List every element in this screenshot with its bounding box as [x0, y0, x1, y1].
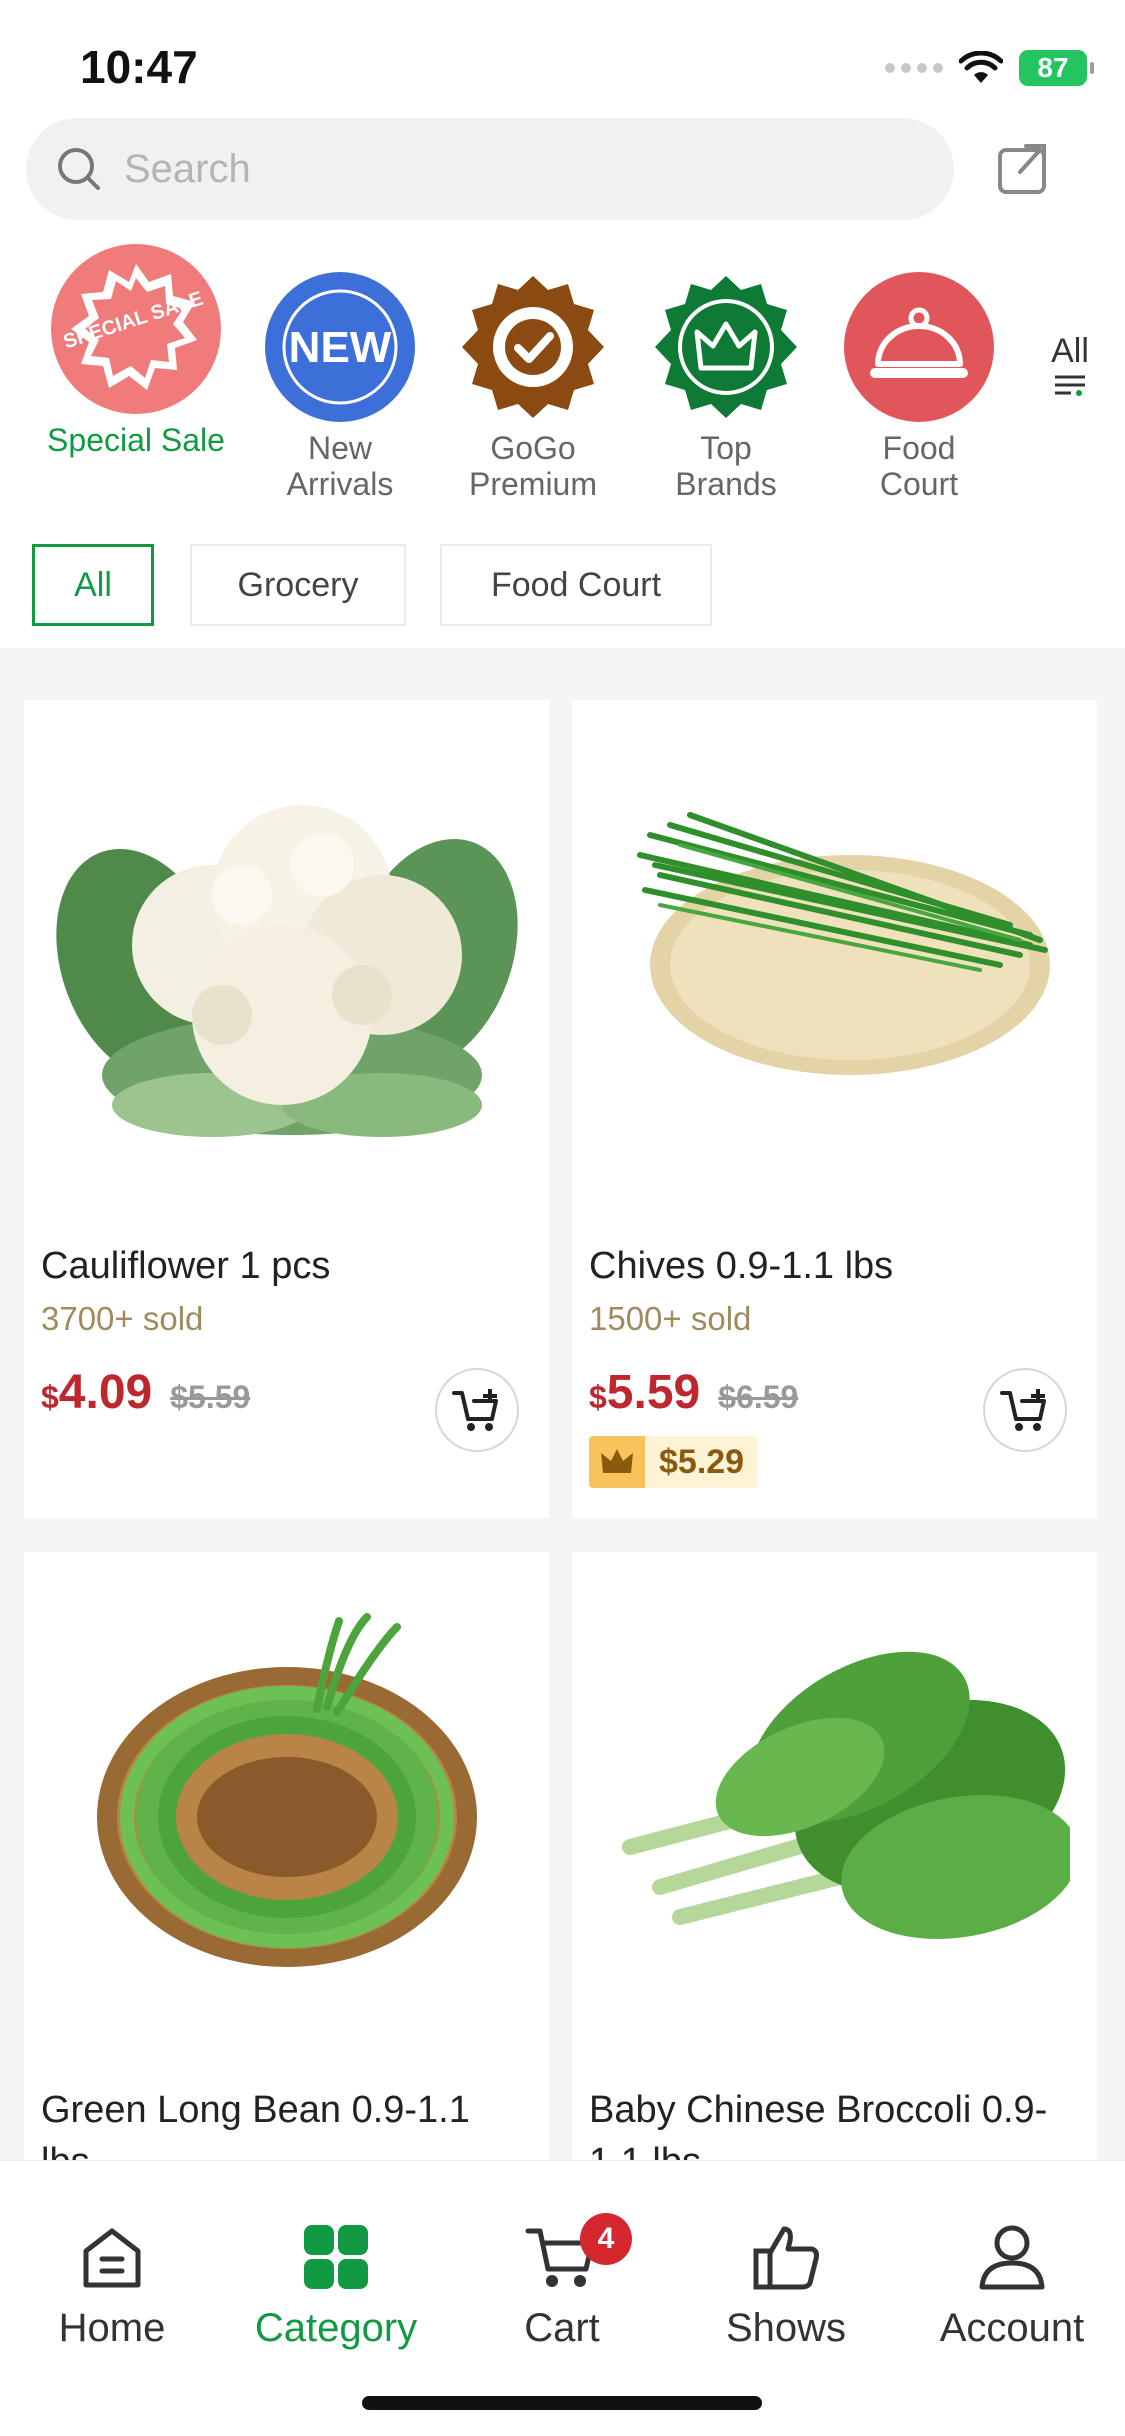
wifi-icon: [959, 51, 1003, 83]
new-badge-text: NEW: [289, 323, 392, 372]
battery-icon: 87: [1019, 50, 1094, 86]
product-name: Chives 0.9-1.1 lbs: [589, 1245, 894, 1287]
product-image-green-long-bean[interactable]: [24, 1552, 549, 2042]
product-name: Cauliflower 1 pcs: [41, 1245, 331, 1287]
status-icons: 87: [885, 48, 1094, 88]
nav-label-account: Account: [939, 2306, 1085, 2350]
product-image-baby-chinese-broccoli[interactable]: [572, 1552, 1097, 2042]
product-image-cauliflower[interactable]: [24, 700, 549, 1190]
thumbs-up-icon: [753, 2226, 819, 2290]
bottom-navigation: Home Category 4 Cart Shows Account: [0, 2160, 1125, 2436]
all-categories-button[interactable]: All: [1040, 332, 1100, 404]
nav-label-category: Category: [254, 2306, 418, 2350]
price-value: 5.59: [606, 1366, 701, 1419]
nav-label-home: Home: [58, 2306, 166, 2350]
cart-count-badge: 4: [580, 2213, 632, 2265]
product-old-price: $5.59: [170, 1379, 251, 1415]
product-image-chives[interactable]: [572, 700, 1097, 1190]
battery-level: 87: [1037, 52, 1069, 83]
home-icon: [83, 2228, 141, 2288]
category-special-sale[interactable]: SPECIAL SALE Special Sale: [46, 244, 226, 458]
product-card[interactable]: Cauliflower 1 pcs 3700+ sold $4.09 $5.59: [24, 700, 549, 1518]
category-label-top-brands: Top Brands: [675, 430, 777, 502]
status-time: 10:47: [80, 41, 198, 93]
product-old-price: $6.59: [718, 1379, 799, 1415]
crown-icon: [589, 1436, 645, 1488]
product-sold-count: 1500+ sold: [589, 1300, 752, 1337]
nav-account[interactable]: Account: [912, 2221, 1112, 2351]
category-new-arrivals[interactable]: NEW New Arrivals: [250, 272, 430, 502]
nav-shows[interactable]: Shows: [686, 2221, 886, 2351]
member-price: $5.29: [659, 1442, 745, 1481]
all-categories-label: All: [1051, 332, 1089, 370]
price-row: $5.59 $6.59: [589, 1365, 798, 1420]
product-sold-count: 3700+ sold: [41, 1300, 204, 1337]
product-card[interactable]: Green Long Bean 0.9-1.1 lbs: [24, 1552, 549, 2160]
add-to-cart-button[interactable]: [435, 1368, 519, 1452]
crown-badge-icon: [651, 272, 801, 422]
nav-cart[interactable]: 4 Cart: [462, 2213, 662, 2351]
nav-home[interactable]: Home: [12, 2221, 212, 2351]
category-label-new-arrivals: New Arrivals: [286, 430, 394, 502]
product-price: $5.59: [589, 1365, 700, 1420]
category-food-court[interactable]: Food Court: [829, 272, 1009, 502]
product-price: $4.09: [41, 1365, 152, 1420]
filter-chip-all[interactable]: All: [32, 544, 154, 626]
filter-chip-grocery[interactable]: Grocery: [190, 544, 406, 626]
filter-chip-food-court[interactable]: Food Court: [440, 544, 712, 626]
category-label-food-court: Food Court: [879, 430, 959, 502]
member-price-tag: $5.29: [589, 1436, 759, 1488]
product-name: Green Long Bean 0.9-1.1 lbs: [41, 2089, 470, 2160]
search-icon: [58, 148, 100, 190]
category-label-special-sale: Special Sale: [47, 422, 225, 458]
share-icon[interactable]: [996, 140, 1052, 196]
search-placeholder: Search: [124, 146, 251, 191]
price-value: 4.09: [58, 1366, 153, 1419]
category-icon: [304, 2225, 368, 2289]
signal-icon: [885, 63, 943, 73]
category-top-brands[interactable]: Top Brands: [636, 272, 816, 502]
filter-lines-icon: [1055, 375, 1085, 396]
new-badge-icon: NEW: [265, 272, 415, 422]
product-name: Baby Chinese Broccoli 0.9-1.1 lbs: [589, 2089, 1048, 2160]
nav-label-cart: Cart: [524, 2306, 600, 2350]
home-indicator: [362, 2396, 762, 2410]
nav-category[interactable]: Category: [236, 2221, 436, 2351]
check-badge-icon: [458, 272, 608, 422]
currency-symbol: $: [41, 1379, 59, 1415]
product-card[interactable]: Baby Chinese Broccoli 0.9-1.1 lbs: [572, 1552, 1097, 2160]
category-label-gogo-premium: GoGo Premium: [468, 430, 597, 502]
category-gogo-premium[interactable]: GoGo Premium: [443, 272, 623, 502]
account-icon: [979, 2225, 1045, 2290]
cart-plus-icon: [1000, 1389, 1046, 1431]
add-to-cart-button[interactable]: [983, 1368, 1067, 1452]
search-bar[interactable]: Search: [26, 118, 954, 220]
cart-plus-icon: [452, 1389, 498, 1431]
special-sale-badge-icon: SPECIAL SALE: [51, 244, 221, 414]
price-row: $4.09 $5.59: [41, 1365, 250, 1420]
cloche-icon: [844, 272, 994, 422]
product-card[interactable]: Chives 0.9-1.1 lbs 1500+ sold $5.59 $6.5…: [572, 700, 1097, 1518]
currency-symbol: $: [589, 1379, 607, 1415]
nav-label-shows: Shows: [725, 2306, 847, 2350]
